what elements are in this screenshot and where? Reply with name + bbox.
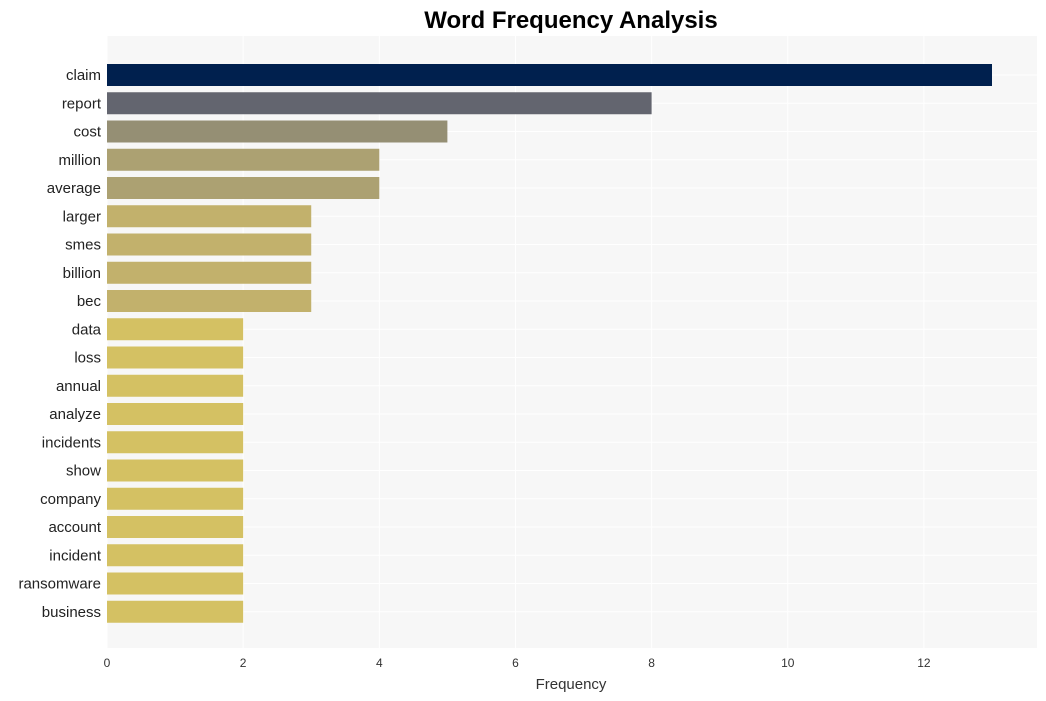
category-label: million [58,152,101,169]
bar-million [107,148,380,171]
bar-loss [107,346,244,369]
x-tick-label: 12 [917,656,931,670]
bar-company [107,487,244,510]
bar-ransomware [107,572,244,595]
x-tick-label: 0 [104,656,111,670]
category-label: billion [63,265,101,282]
x-axis-label: Frequency [536,676,607,693]
category-label: bec [77,293,102,310]
x-tick-label: 4 [376,656,383,670]
bar-data [107,318,244,341]
bar-billion [107,261,312,284]
x-tick-label: 10 [781,656,795,670]
category-label: incidents [42,434,101,451]
bar-larger [107,205,312,228]
bar-business [107,600,244,623]
category-label: account [48,519,101,536]
category-label: show [66,463,101,480]
category-label: analyze [49,406,101,423]
category-label: loss [74,350,101,367]
bar-incidents [107,431,244,454]
word-frequency-chart: claim report cost million average larger smes b… [18,7,1037,693]
category-label: larger [63,208,101,225]
x-tick-label: 8 [648,656,655,670]
bar-cost [107,120,448,143]
bar-report [107,92,652,115]
bar-average [107,177,380,199]
chart-title: Word Frequency Analysis [424,7,717,34]
category-label: claim [66,67,101,84]
x-tick-label: 2 [240,656,247,670]
x-tick-labels: 0 2 4 6 8 10 12 [104,656,931,670]
bar-show [107,459,244,482]
category-label: business [42,604,101,621]
bar-annual [107,374,244,397]
bar-smes [107,233,312,256]
category-label: smes [65,237,101,254]
bar-analyze [107,403,244,425]
x-tick-label: 6 [512,656,519,670]
category-label: ransomware [18,576,101,593]
bar-account [107,516,244,538]
category-label: incident [49,547,102,564]
category-label: average [47,180,101,197]
bar-claim [107,64,992,86]
category-label: cost [73,124,101,141]
bar-bec [107,290,312,312]
category-labels: claim report cost million average larger smes b… [18,67,101,621]
category-label: data [72,321,102,338]
category-label: company [40,491,101,508]
category-label: report [62,95,102,112]
bar-incident [107,544,244,567]
category-label: annual [56,378,101,395]
